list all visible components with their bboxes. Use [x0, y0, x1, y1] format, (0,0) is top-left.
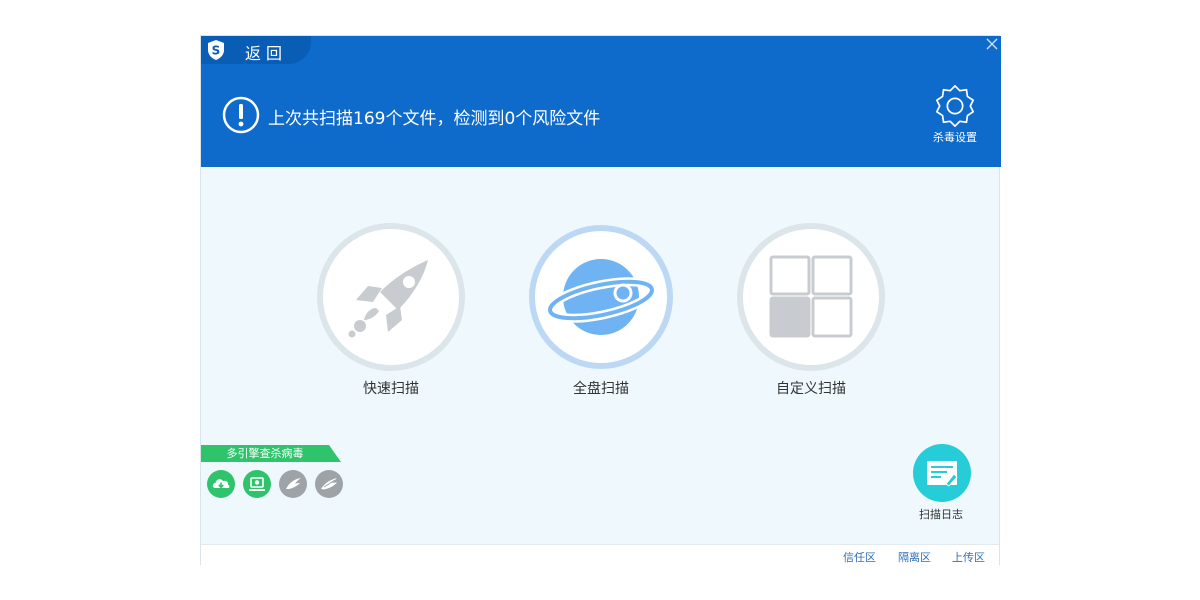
- trust-zone-link[interactable]: 信任区: [843, 549, 876, 565]
- scan-status-text: 上次共扫描169个文件，检测到0个风险文件: [268, 109, 601, 129]
- settings-label: 杀毒设置: [933, 131, 977, 144]
- rocket-icon: [317, 223, 465, 371]
- quarantine-zone-link[interactable]: 隔离区: [898, 549, 931, 565]
- gear-icon: [935, 85, 975, 127]
- upload-zone-link[interactable]: 上传区: [952, 549, 985, 565]
- local-engine-icon[interactable]: [243, 470, 271, 498]
- shield-logo-icon: S: [208, 40, 224, 60]
- svg-text:S: S: [212, 44, 221, 58]
- full-scan-label: 全盘扫描: [573, 381, 629, 397]
- wing-engine-2-icon[interactable]: [315, 470, 343, 498]
- quick-scan-button[interactable]: 快速扫描: [316, 222, 466, 398]
- back-label: 返回: [245, 44, 288, 63]
- close-icon[interactable]: [984, 36, 1000, 52]
- antivirus-settings-button[interactable]: 杀毒设置: [927, 84, 983, 148]
- footer-bar: 信任区 隔离区 上传区: [201, 544, 999, 566]
- custom-scan-label: 自定义扫描: [776, 381, 846, 397]
- alert-icon: [222, 96, 260, 134]
- engine-banner-label: 多引擎查杀病毒: [226, 447, 304, 460]
- scan-log-icon: [913, 444, 971, 502]
- wing-engine-icon[interactable]: [279, 470, 307, 498]
- header-banner: S 返回 上次共扫描169个文件，检测到0个风险文件 杀毒设置: [201, 36, 1001, 167]
- scan-log-label: 扫描日志: [919, 508, 963, 521]
- quick-scan-label: 快速扫描: [363, 381, 419, 397]
- antivirus-window: S 返回 上次共扫描169个文件，检测到0个风险文件 杀毒设置 快速扫描 全盘扫…: [200, 35, 1001, 566]
- scan-log-button[interactable]: 扫描日志: [909, 444, 973, 522]
- cloud-engine-icon[interactable]: [207, 470, 235, 498]
- full-scan-button[interactable]: 全盘扫描: [526, 222, 676, 398]
- back-button[interactable]: S 返回: [201, 36, 311, 64]
- planet-icon: [529, 225, 673, 369]
- custom-scan-button[interactable]: 自定义扫描: [736, 222, 886, 398]
- grid-icon: [737, 223, 885, 371]
